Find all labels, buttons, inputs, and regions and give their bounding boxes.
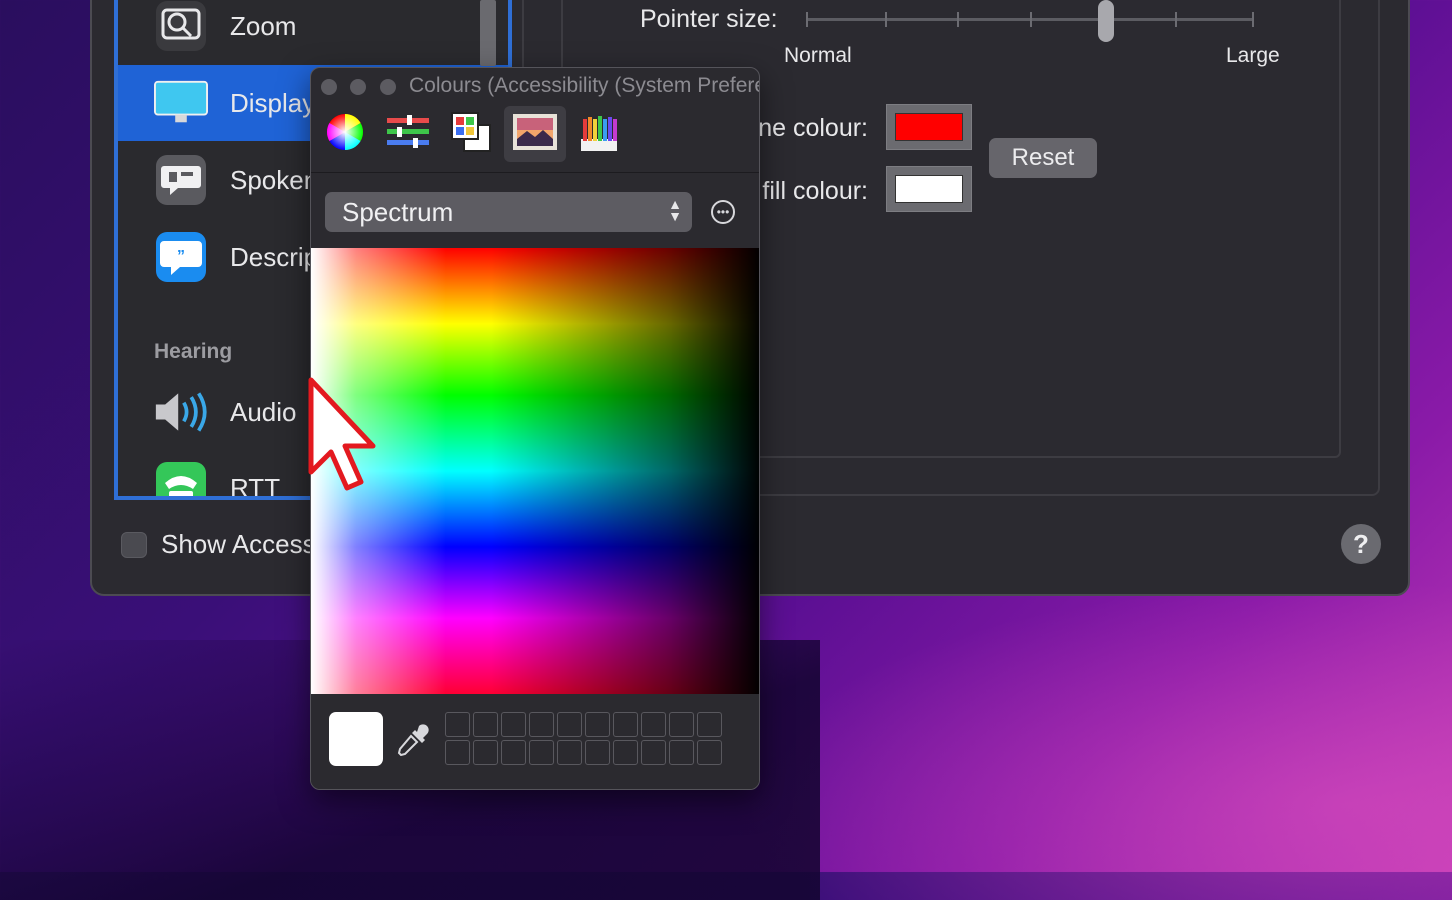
colour-wheel-icon xyxy=(325,112,365,157)
svg-text:”: ” xyxy=(177,248,185,265)
slider-min-label: Normal xyxy=(784,44,852,67)
saved-colour-slot[interactable] xyxy=(501,740,526,765)
fill-colour-swatch xyxy=(895,175,963,203)
show-accessibility-checkbox[interactable] xyxy=(121,531,147,558)
toolbar-divider xyxy=(311,172,759,173)
saved-colour-slot[interactable] xyxy=(585,740,610,765)
saved-colour-slot[interactable] xyxy=(445,712,470,737)
sidebar-item-label: Display xyxy=(230,87,316,118)
saved-colour-slot[interactable] xyxy=(697,740,722,765)
zoom-icon xyxy=(154,0,208,53)
palette-select[interactable]: Spectrum ▲ ▼ xyxy=(325,192,692,232)
colour-palettes-icon xyxy=(450,111,492,158)
outline-colour-well[interactable] xyxy=(886,104,972,150)
pencils-tab[interactable] xyxy=(568,106,630,162)
saved-colour-slot[interactable] xyxy=(585,712,610,737)
colour-bottom-bar xyxy=(311,694,759,789)
chevron-up-down-icon: ▲ ▼ xyxy=(668,196,682,224)
slider-tick xyxy=(806,12,808,27)
saved-colour-slot[interactable] xyxy=(529,712,554,737)
saved-colour-slot[interactable] xyxy=(669,740,694,765)
panel-title: Colours (Accessibility (System Preferenc… xyxy=(409,74,759,97)
palette-select-value: Spectrum xyxy=(342,196,454,227)
saved-colour-slot[interactable] xyxy=(473,712,498,737)
colour-sliders-tab[interactable] xyxy=(377,106,439,162)
slider-tick xyxy=(957,12,959,27)
image-palettes-tab[interactable] xyxy=(504,106,566,162)
slider-tick xyxy=(1030,12,1032,27)
sidebar-item-label: RTT xyxy=(230,472,281,500)
outline-colour-swatch xyxy=(895,113,963,141)
pointer-size-slider-thumb[interactable] xyxy=(1098,0,1114,42)
audio-icon xyxy=(154,385,208,439)
rtt-icon xyxy=(154,460,208,496)
zoom-button[interactable] xyxy=(380,79,396,95)
saved-colour-slot[interactable] xyxy=(669,712,694,737)
sidebar-scrollbar[interactable] xyxy=(480,0,496,66)
section-header-hearing: Hearing xyxy=(154,340,233,363)
saved-colour-slot[interactable] xyxy=(529,740,554,765)
saved-colour-slot[interactable] xyxy=(501,712,526,737)
slider-tick xyxy=(1252,12,1254,27)
colour-wheel-tab[interactable] xyxy=(314,106,376,162)
slider-tick xyxy=(885,12,887,27)
saved-colour-slot[interactable] xyxy=(613,740,638,765)
image-palettes-icon xyxy=(512,113,558,156)
mouse-pointer-icon xyxy=(305,372,385,496)
saved-colour-slot[interactable] xyxy=(557,740,582,765)
sidebar-item-label: Zoom xyxy=(230,10,297,41)
spoken-content-icon xyxy=(154,153,208,207)
saved-colour-slot[interactable] xyxy=(641,712,666,737)
saved-colour-slot[interactable] xyxy=(557,712,582,737)
fill-colour-well[interactable] xyxy=(886,166,972,212)
help-button[interactable]: ? xyxy=(1341,524,1381,564)
slider-max-label: Large xyxy=(1226,44,1280,67)
more-options-icon[interactable]: ••• xyxy=(711,200,735,224)
minimize-button[interactable] xyxy=(350,79,366,95)
saved-colour-slot[interactable] xyxy=(445,740,470,765)
saved-colour-slot[interactable] xyxy=(641,740,666,765)
sidebar-item-zoom[interactable]: Zoom xyxy=(118,0,508,64)
colour-palettes-tab[interactable] xyxy=(440,106,502,162)
sidebar-item-label: Audio xyxy=(230,396,297,427)
descriptions-icon: ” xyxy=(154,230,208,284)
close-button[interactable] xyxy=(321,79,337,95)
colour-sliders-icon xyxy=(385,114,431,155)
pointer-size-label: Pointer size: xyxy=(640,5,778,33)
saved-colour-slot[interactable] xyxy=(697,712,722,737)
reset-button[interactable]: Reset xyxy=(989,138,1097,178)
saved-colours-grid xyxy=(445,712,722,765)
eyedropper-icon[interactable] xyxy=(397,722,431,757)
saved-colour-slot[interactable] xyxy=(613,712,638,737)
display-icon xyxy=(154,76,208,130)
slider-tick xyxy=(1175,12,1177,27)
saved-colour-slot[interactable] xyxy=(473,740,498,765)
current-colour-swatch[interactable] xyxy=(329,712,383,766)
pencils-icon xyxy=(579,111,619,158)
